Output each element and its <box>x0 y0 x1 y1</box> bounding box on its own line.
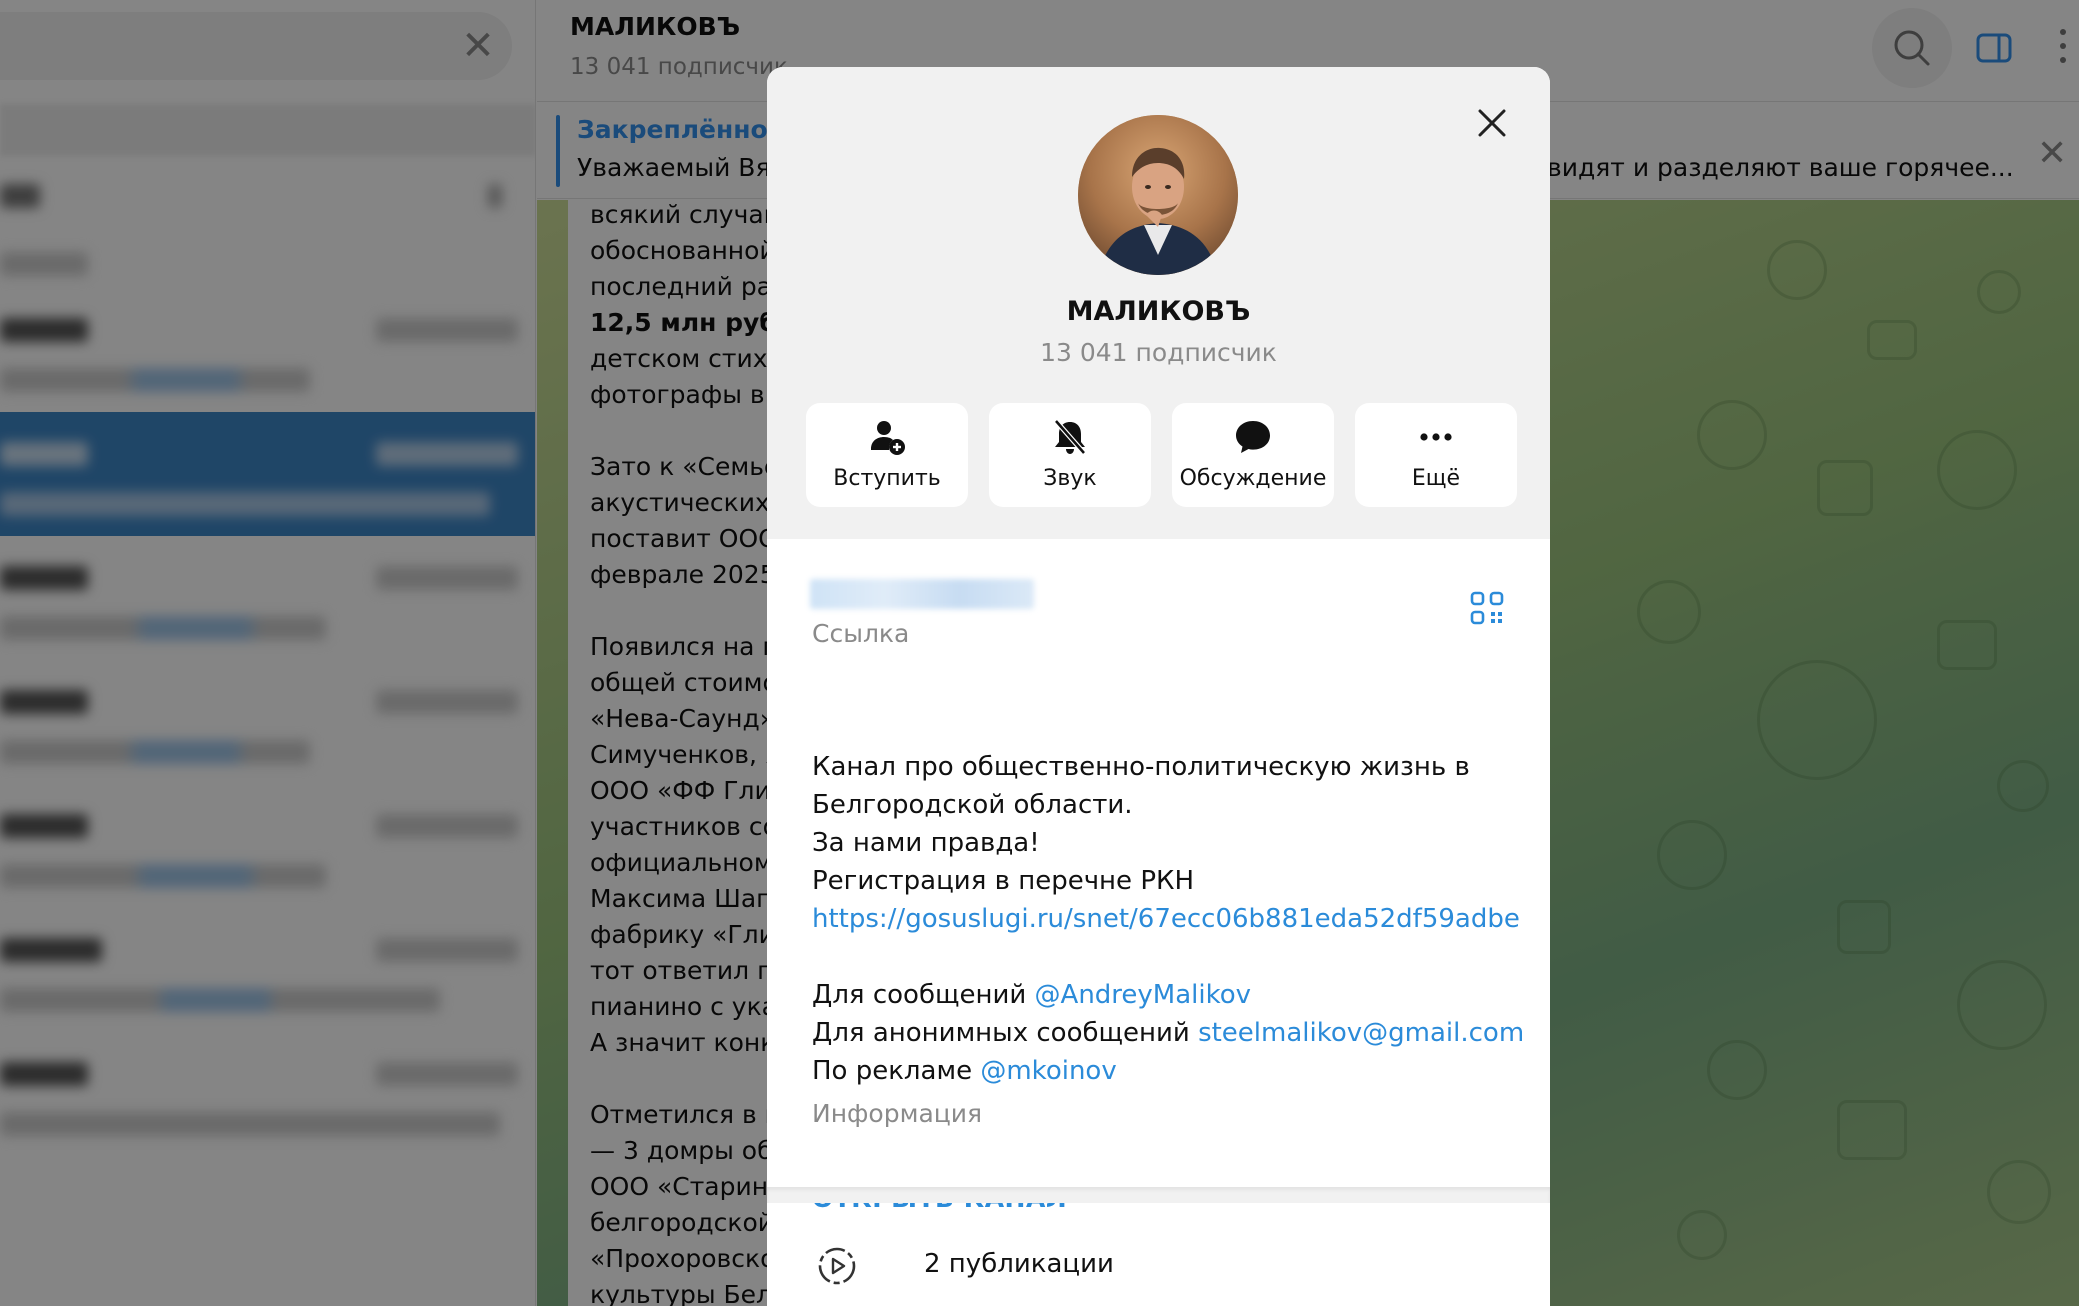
messages-handle-link[interactable]: @AndreyMalikov <box>1035 980 1252 1010</box>
chat-bubble-icon <box>1236 421 1270 453</box>
bell-off-icon <box>1054 419 1086 455</box>
sound-button[interactable]: Звук <box>989 403 1151 507</box>
join-label: Вступить <box>833 466 941 491</box>
qr-code-icon <box>1470 591 1504 625</box>
close-icon <box>1478 109 1506 137</box>
description-line: Регистрация в перечне РКН <box>812 866 1195 896</box>
discussion-button[interactable]: Обсуждение <box>1172 403 1334 507</box>
channel-header: МАЛИКОВЪ 13 041 подписчик Вступить Звук … <box>767 67 1550 539</box>
link-caption: Ссылка <box>812 619 910 648</box>
anon-contact-line: Для анонимных сообщений steelmalikov@gma… <box>812 1018 1524 1048</box>
join-button[interactable]: Вступить <box>806 403 968 507</box>
publications-row-icon <box>817 1246 857 1286</box>
more-label: Ещё <box>1411 466 1461 491</box>
close-button[interactable] <box>1470 101 1514 145</box>
anon-prefix: Для анонимных сообщений <box>812 1018 1199 1048</box>
description-line: За нами правда! <box>812 828 1040 858</box>
channel-name: МАЛИКОВЪ <box>1066 296 1251 327</box>
messages-contact-line: Для сообщений @AndreyMalikov <box>812 980 1251 1010</box>
description-line: Белгородской области. <box>812 790 1133 820</box>
info-caption: Информация <box>812 1099 983 1128</box>
more-dots-icon <box>1420 433 1452 441</box>
rkn-link-line: https://gosuslugi.ru/snet/67ecc06b881eda… <box>812 904 1520 934</box>
channel-link[interactable] <box>810 579 1034 609</box>
qr-code-button[interactable] <box>1470 591 1504 625</box>
discussion-label: Обсуждение <box>1179 466 1327 491</box>
section-divider <box>767 1187 1550 1203</box>
play-circle-icon <box>818 1247 856 1285</box>
channel-subscriber-count: 13 041 подписчик <box>1040 338 1277 367</box>
anon-email-link[interactable]: steelmalikov@gmail.com <box>1198 1018 1524 1048</box>
channel-avatar[interactable] <box>1078 115 1238 275</box>
ads-contact-line: По рекламе @mkoinov <box>812 1056 1117 1086</box>
publications-count[interactable]: 2 публикации <box>924 1249 1114 1279</box>
channel-info-modal: МАЛИКОВЪ 13 041 подписчик Вступить Звук … <box>767 67 1550 1306</box>
more-button[interactable]: Ещё <box>1355 403 1517 507</box>
rkn-link[interactable]: https://gosuslugi.ru/snet/67ecc06b881eda… <box>812 904 1520 934</box>
sound-label: Звук <box>1043 466 1097 491</box>
messages-prefix: Для сообщений <box>812 980 1035 1010</box>
ads-prefix: По рекламе <box>812 1056 981 1086</box>
description-line: Канал про общественно-политическую жизнь… <box>812 752 1470 782</box>
add-user-icon <box>871 421 905 455</box>
ads-handle-link[interactable]: @mkoinov <box>980 1056 1116 1086</box>
